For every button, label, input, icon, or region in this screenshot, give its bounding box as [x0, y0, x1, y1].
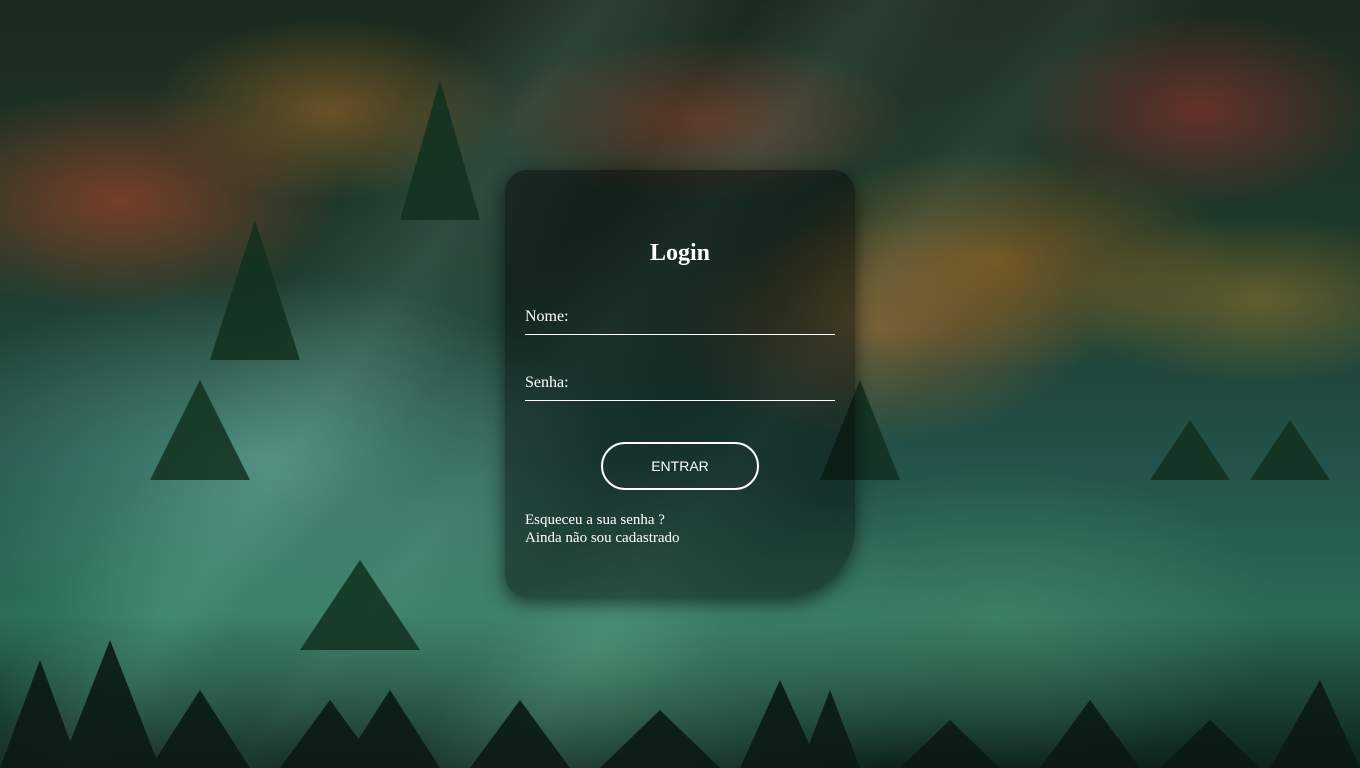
entrar-button[interactable]: ENTRAR — [601, 442, 759, 490]
nome-label: Nome: — [525, 308, 569, 325]
login-title: Login — [649, 240, 711, 266]
nome-field[interactable]: Nome: — [525, 308, 835, 335]
auth-links: Esqueceu a sua senha ? Ainda não sou cad… — [525, 511, 680, 547]
register-link[interactable]: Ainda não sou cadastrado — [525, 529, 680, 547]
senha-label: Senha: — [525, 374, 569, 391]
forgot-password-link[interactable]: Esqueceu a sua senha ? — [525, 511, 680, 529]
senha-field[interactable]: Senha: — [525, 374, 835, 401]
login-card: Login Nome: Senha: ENTRAR Esqueceu a sua… — [505, 170, 855, 597]
